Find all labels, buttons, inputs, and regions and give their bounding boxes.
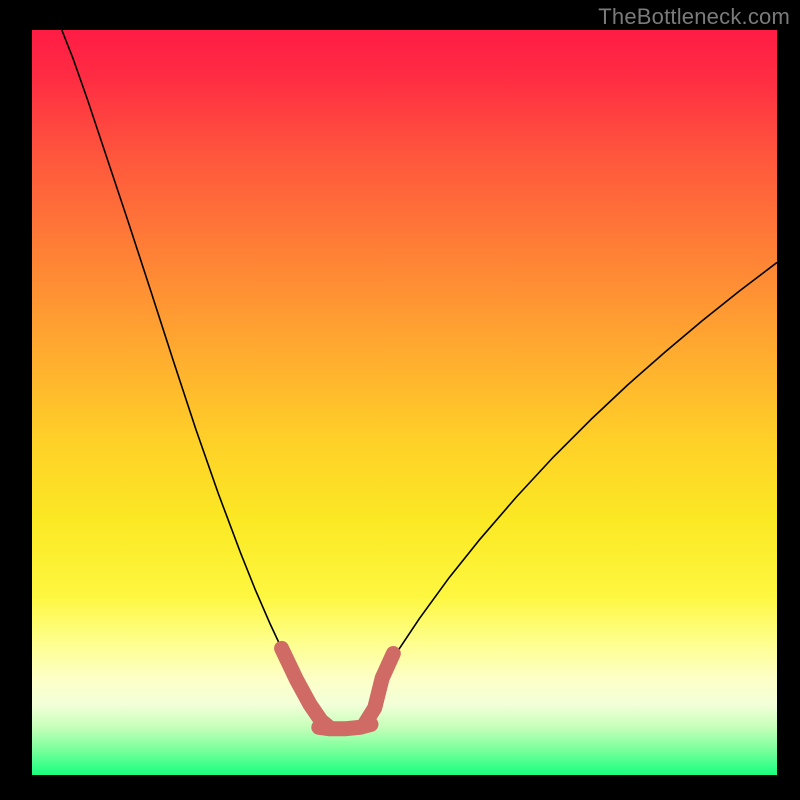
chart-frame: TheBottleneck.com <box>0 0 800 800</box>
gradient-background <box>32 30 777 775</box>
bottleneck-chart <box>0 0 800 800</box>
